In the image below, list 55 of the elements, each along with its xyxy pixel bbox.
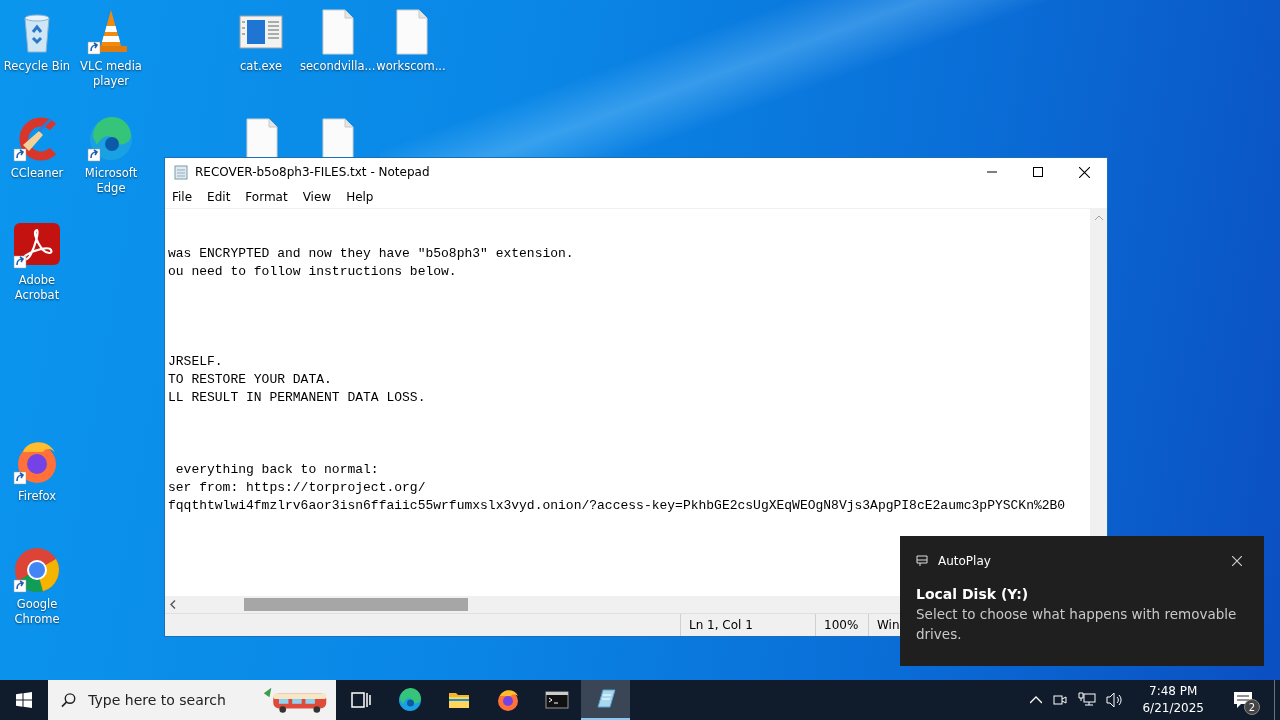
clock-date: 6/21/2025 [1142, 700, 1204, 717]
clock[interactable]: 7:48 PM 6/21/2025 [1134, 683, 1212, 717]
windows-logo-icon [16, 692, 32, 708]
maximize-icon [1033, 167, 1043, 177]
icon-label: workscom... [376, 59, 446, 74]
scroll-left-icon[interactable] [170, 600, 176, 609]
icon-label: Google Chrome [13, 597, 61, 627]
text-line: ou need to follow instructions below. [168, 263, 458, 281]
autoplay-notification[interactable]: AutoPlay Local Disk (Y:) Select to choose what happens with removable drives. [900, 536, 1264, 666]
autoplay-icon [916, 555, 928, 567]
wave-logo-icon[interactable] [87, 115, 135, 163]
text-line: ser from: https://torproject.org/ [168, 479, 427, 497]
notification-title: Local Disk (Y:) [916, 586, 1030, 602]
search-icon [61, 692, 77, 708]
scrollbar-thumb[interactable] [244, 598, 468, 611]
tricolor-circle-icon[interactable] [13, 546, 61, 594]
notification-badge: 2 [1244, 699, 1260, 715]
icon-label: secondvilla... [300, 59, 374, 74]
menu-item[interactable]: Help [339, 190, 380, 204]
text-line: everything back to normal: [174, 461, 380, 479]
camera-icon[interactable] [1052, 692, 1069, 708]
icon-label: Adobe Acrobat [13, 273, 61, 303]
text-line: was ENCRYPTED and now they have "b5o8ph3" extension. [168, 245, 575, 263]
menu-item[interactable]: File [165, 190, 199, 204]
pdf-logo-icon[interactable] [13, 222, 61, 270]
menu-item[interactable]: View [295, 190, 338, 204]
icon-label: Firefox [17, 489, 57, 504]
network-icon[interactable] [1078, 692, 1097, 708]
window-title: RECOVER-b5o8ph3-FILES.txt - Notepad [195, 165, 431, 179]
notepad-icon [173, 164, 189, 180]
search-bar[interactable]: Type here to search [48, 680, 336, 720]
clock-time: 7:48 PM [1149, 683, 1198, 700]
text-line: TO RESTORE YOUR DATA. [168, 371, 333, 389]
taskbar-app-button[interactable] [581, 680, 630, 720]
zoom-level: 100% [815, 614, 868, 636]
close-icon [1078, 166, 1090, 178]
fox-globe-icon [495, 688, 520, 712]
close-icon[interactable] [1232, 556, 1242, 566]
notification-app: AutoPlay [938, 554, 992, 568]
cursor-position: Ln 1, Col 1 [680, 614, 815, 636]
icon-label: Microsoft Edge [83, 166, 139, 196]
text-line: LL RESULT IN PERMANENT DATA LOSS. [168, 389, 427, 407]
text-line: JRSELF. [168, 353, 224, 371]
icon-label: VLC media player [79, 59, 143, 89]
chevron-up-icon[interactable] [1030, 696, 1043, 704]
wave-logo-icon [397, 688, 422, 712]
icon-label: CCleaner [10, 166, 64, 181]
terminal-icon [544, 688, 569, 712]
icon-label: Recycle Bin [3, 59, 71, 74]
search-field[interactable]: Type here to search [86, 691, 251, 709]
icon-label: cat.exe [240, 59, 282, 74]
menu-item[interactable]: Edit [200, 190, 237, 204]
text-line: fqqthtwlwi4fmzlrv6aor3isn6ffaiic55wrfumxslx3vyd.onion/?access-key=PkhbGE2csUgXEqWEOgN8Vjs3ApgPI8cE2aumc3pPYSCKn%2B0 [168, 497, 1067, 515]
speaker-icon[interactable] [1106, 692, 1125, 708]
menu-item[interactable]: Format [238, 190, 294, 204]
